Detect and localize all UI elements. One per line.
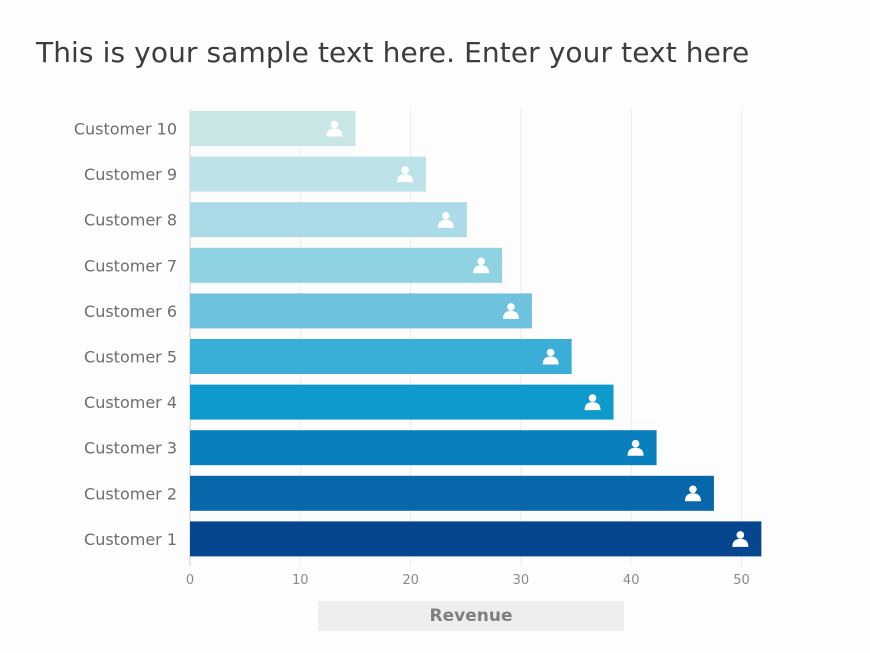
bar (190, 202, 467, 238)
y-axis-label: Customer 5 (84, 348, 177, 367)
bar (190, 156, 427, 192)
y-axis-label: Customer 7 (84, 256, 177, 275)
x-axis-title-box: Revenue (318, 601, 624, 631)
y-axis-label: Customer 4 (84, 393, 177, 412)
x-tick-label: 0 (186, 573, 194, 588)
y-axis-label: Customer 1 (84, 530, 177, 549)
bar (190, 475, 714, 511)
y-axis-label: Customer 2 (84, 484, 177, 503)
x-axis-ticks: 0 10 20 30 40 50 (186, 573, 750, 588)
y-axis-label: Customer 9 (84, 165, 177, 184)
y-axis-label: Customer 6 (84, 302, 177, 321)
bar (190, 430, 657, 466)
x-tick-label: 40 (623, 573, 640, 588)
x-tick-label: 10 (292, 573, 309, 588)
bar (190, 111, 356, 146)
y-axis-label: Customer 8 (84, 211, 177, 230)
bar (190, 384, 614, 420)
y-axis-label: Customer 10 (74, 120, 177, 139)
y-axis-label: Customer 3 (84, 439, 177, 458)
x-tick-label: 20 (402, 573, 419, 588)
bar (190, 521, 762, 557)
bar (190, 293, 532, 329)
x-tick-label: 30 (513, 573, 530, 588)
bar-chart: Customer 10Customer 9Customer 8Customer … (74, 109, 762, 588)
y-axis-labels: Customer 10 Customer 9 Customer 8 Customer … (74, 120, 177, 549)
x-tick-label: 50 (733, 573, 750, 588)
bar (190, 339, 572, 374)
bar (190, 247, 503, 283)
bars (190, 111, 762, 557)
x-axis-title: Revenue (429, 606, 513, 626)
